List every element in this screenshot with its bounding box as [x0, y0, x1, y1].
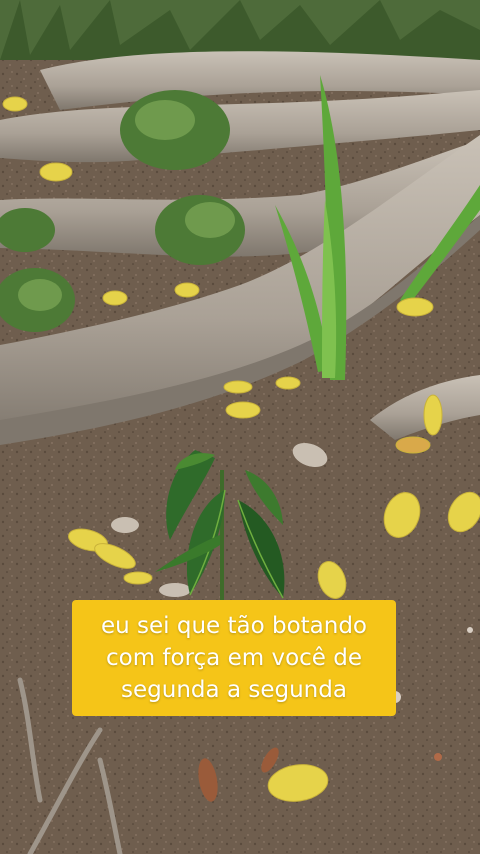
- caption-line-1: eu sei que tão botando: [100, 613, 368, 639]
- caption-line-2: com força em você de: [105, 645, 362, 671]
- video-frame: eu sei que tão botando com força em você…: [0, 0, 480, 854]
- caption-box: eu sei que tão botando com força em você…: [72, 600, 396, 716]
- garden-scene: [0, 0, 480, 854]
- caption-line-3: segunda a segunda: [121, 677, 347, 703]
